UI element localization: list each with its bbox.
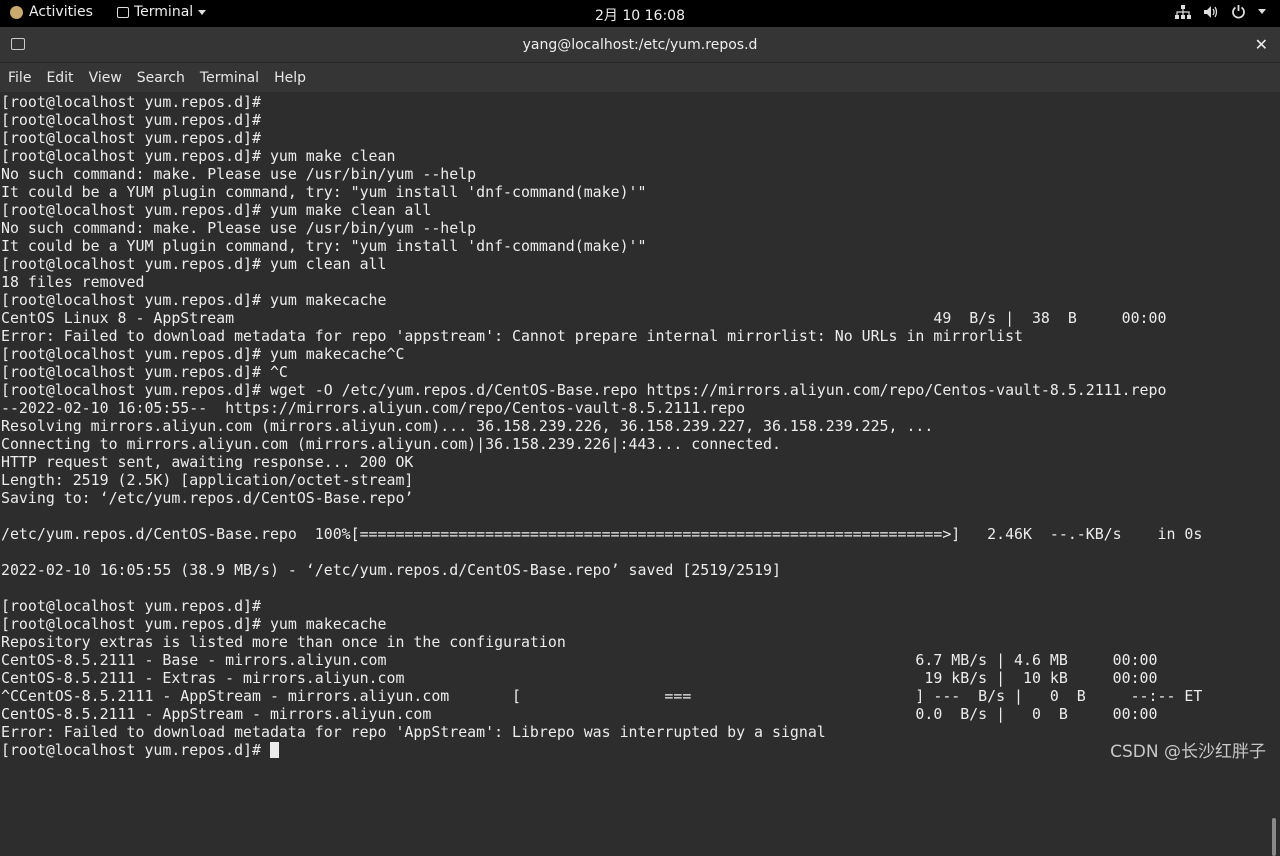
terminal-line: Saving to: ‘/etc/yum.repos.d/CentOS-Base… — [1, 489, 414, 507]
activities-button[interactable]: Activities — [10, 4, 93, 20]
volume-icon — [1204, 5, 1218, 18]
terminal-line: HTTP request sent, awaiting response... … — [1, 453, 414, 471]
chevron-down-icon — [198, 9, 207, 15]
terminal-line: [root@localhost yum.repos.d]# — [1, 597, 261, 615]
menubar: File Edit View Search Terminal Help — [0, 63, 1280, 92]
terminal-line: No such command: make. Please use /usr/b… — [1, 219, 477, 237]
terminal-line: [root@localhost yum.repos.d]# yum makeca… — [1, 345, 405, 363]
terminal-line: Repository extras is listed more than on… — [1, 633, 566, 651]
text-cursor — [269, 742, 279, 758]
clock-label[interactable]: 2月 10 16:08 — [595, 8, 685, 24]
terminal-line: CentOS-8.5.2111 - Extras - mirrors.aliyu… — [1, 669, 1158, 687]
menu-terminal[interactable]: Terminal — [192, 70, 266, 86]
terminal-line: Resolving mirrors.aliyun.com (mirrors.al… — [1, 417, 934, 435]
menu-help[interactable]: Help — [266, 70, 313, 86]
watermark: CSDN @长沙红胖子 — [1110, 742, 1266, 762]
terminal-line: CentOS-8.5.2111 - AppStream - mirrors.al… — [1, 705, 1158, 723]
terminal-line: [root@localhost yum.repos.d]# yum make c… — [1, 147, 396, 165]
terminal-line: Connecting to mirrors.aliyun.com (mirror… — [1, 435, 781, 453]
menu-view[interactable]: View — [81, 70, 129, 86]
terminal-line: [root@localhost yum.repos.d]# — [1, 111, 261, 129]
terminal-line: No such command: make. Please use /usr/b… — [1, 165, 477, 183]
terminal-line: [root@localhost yum.repos.d]# yum makeca… — [1, 615, 387, 633]
menu-edit[interactable]: Edit — [38, 70, 80, 86]
terminal-line: Error: Failed to download metadata for r… — [1, 723, 826, 741]
network-icon — [1175, 4, 1191, 19]
chevron-down-icon — [1258, 9, 1266, 14]
window-titlebar[interactable]: yang@localhost:/etc/yum.repos.d ✕ — [0, 27, 1280, 63]
terminal-prompt: [root@localhost yum.repos.d]# — [1, 741, 270, 759]
menu-search[interactable]: Search — [129, 70, 192, 86]
terminal-line: [root@localhost yum.repos.d]# ^C — [1, 363, 288, 381]
terminal-output[interactable]: [root@localhost yum.repos.d]# [root@loca… — [0, 92, 1280, 759]
terminal-line: Length: 2519 (2.5K) [application/octet-s… — [1, 471, 414, 489]
terminal-line: [root@localhost yum.repos.d]# yum clean … — [1, 255, 387, 273]
terminal-line: /etc/yum.repos.d/CentOS-Base.repo 100%[=… — [1, 525, 1203, 543]
window-title: yang@localhost:/etc/yum.repos.d — [522, 37, 758, 53]
scrollbar[interactable] — [1272, 818, 1276, 856]
activities-label: Activities — [29, 4, 93, 20]
terminal-line: [root@localhost yum.repos.d]# yum makeca… — [1, 291, 387, 309]
terminal-line: [root@localhost yum.repos.d]# — [1, 129, 261, 147]
terminal-area[interactable]: [root@localhost yum.repos.d]# [root@loca… — [0, 92, 1280, 856]
app-menu-terminal[interactable]: Terminal — [117, 4, 207, 20]
terminal-line: [root@localhost yum.repos.d]# wget -O /e… — [1, 381, 1167, 399]
app-menu-label: Terminal — [134, 4, 194, 20]
terminal-line: [root@localhost yum.repos.d]# — [1, 93, 261, 111]
terminal-line: It could be a YUM plugin command, try: "… — [1, 183, 647, 201]
terminal-line: It could be a YUM plugin command, try: "… — [1, 237, 647, 255]
system-menu[interactable] — [1175, 4, 1266, 19]
terminal-icon — [117, 6, 129, 18]
terminal-line: CentOS Linux 8 - AppStream 49 B/s | 38 B… — [1, 309, 1167, 327]
terminal-line: ^CCentOS-8.5.2111 - AppStream - mirrors.… — [1, 687, 1203, 705]
gnome-foot-icon — [10, 5, 23, 19]
terminal-line: 18 files removed — [1, 273, 145, 291]
power-icon — [1232, 5, 1245, 19]
terminal-line: 2022-02-10 16:05:55 (38.9 MB/s) - ‘/etc/… — [1, 561, 781, 579]
terminal-line: Error: Failed to download metadata for r… — [1, 327, 1024, 345]
close-button[interactable]: ✕ — [1255, 35, 1268, 54]
gnome-top-bar: Activities Terminal 2月 10 16:08 — [0, 0, 1280, 27]
terminal-line: --2022-02-10 16:05:55-- https://mirrors.… — [1, 399, 746, 417]
menu-file[interactable]: File — [0, 70, 38, 86]
terminal-line: [root@localhost yum.repos.d]# yum make c… — [1, 201, 432, 219]
terminal-line: CentOS-8.5.2111 - Base - mirrors.aliyun.… — [1, 651, 1158, 669]
